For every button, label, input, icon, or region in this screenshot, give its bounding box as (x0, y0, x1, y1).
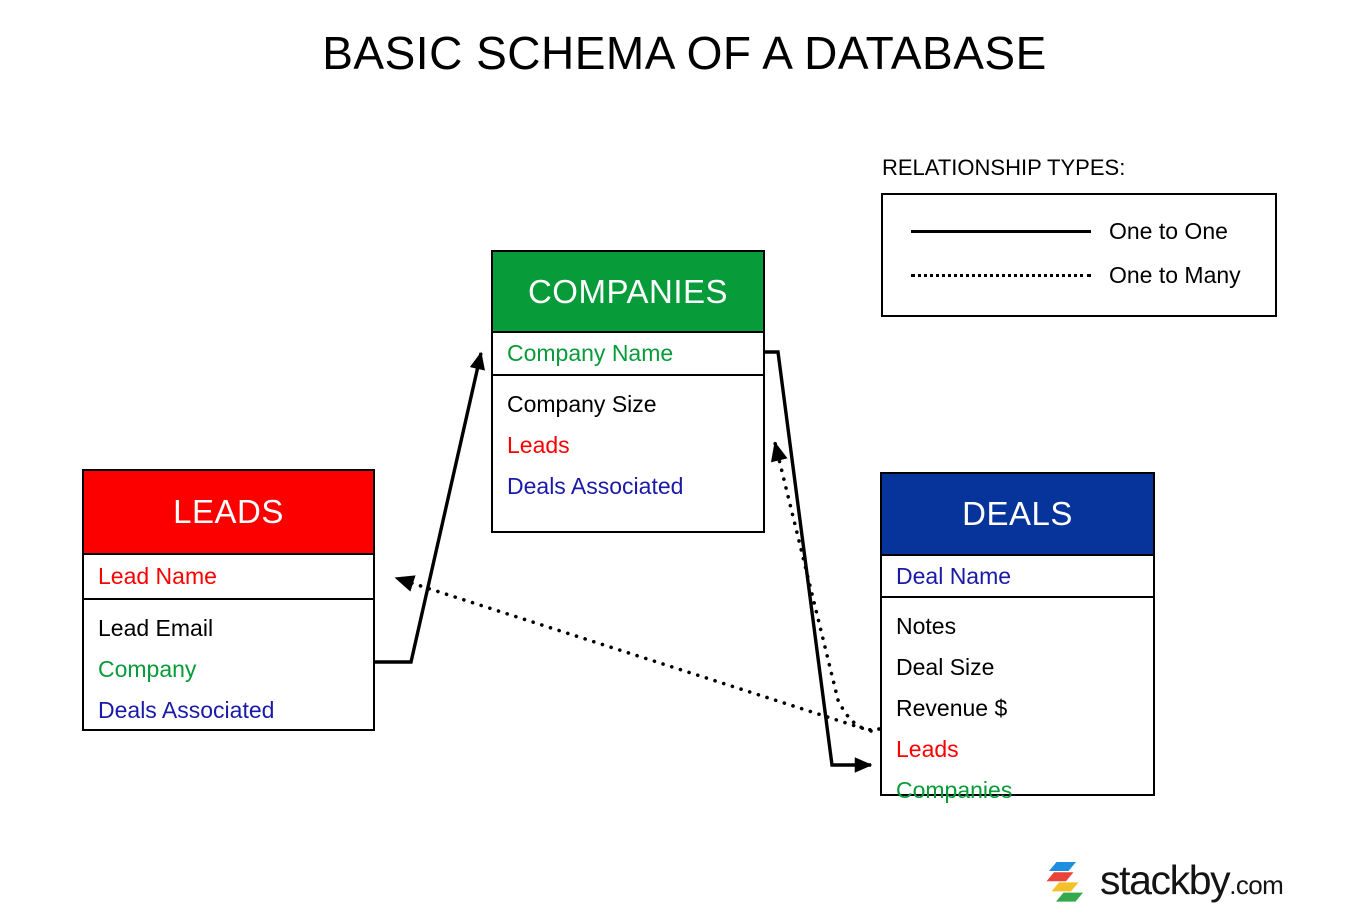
field-companies-deals[interactable]: Companies (896, 770, 1153, 811)
field-lead-name[interactable]: Lead Name (84, 553, 373, 600)
field-label-company-name: Company Name (507, 340, 674, 366)
entity-table-deals[interactable]: DEALS Deal Name Notes Deal Size Revenue … (880, 472, 1155, 803)
field-label-deal-size: Deal Size (896, 653, 995, 680)
entity-header-companies: COMPANIES (493, 252, 763, 331)
field-lead-email[interactable]: Lead Email (98, 608, 373, 649)
field-label-leads: Leads (507, 431, 570, 458)
field-label-deals-associated: Deals Associated (507, 472, 684, 499)
field-deal-name[interactable]: Deal Name (882, 554, 1153, 598)
entity-fields-deals: Notes Deal Size Revenue $ Leads Companie… (882, 598, 1153, 811)
field-label-companies: Companies (896, 776, 1013, 803)
field-label-notes: Notes (896, 613, 957, 639)
field-company[interactable]: Company (98, 649, 373, 690)
connector-deals-to-companies (770, 441, 881, 732)
field-notes[interactable]: Notes (896, 606, 1153, 647)
field-deals-associated-leads[interactable]: Deals Associated (98, 690, 373, 731)
connector-companies-to-deals (765, 350, 873, 773)
field-deals-associated-companies[interactable]: Deals Associated (507, 466, 763, 507)
entity-table-companies[interactable]: COMPANIES Company Name Company Size Lead… (491, 250, 765, 533)
field-deal-size[interactable]: Deal Size (896, 647, 1153, 688)
field-label-lead-name: Lead Name (98, 563, 217, 589)
connector-leads-to-companies (375, 351, 485, 664)
field-revenue[interactable]: Revenue $ (896, 688, 1153, 729)
entity-fields-companies: Company Size Leads Deals Associated (493, 376, 763, 507)
field-company-name[interactable]: Company Name (493, 331, 763, 376)
field-label-leads: Leads (896, 735, 959, 762)
field-company-size[interactable]: Company Size (507, 384, 763, 425)
entity-header-leads: LEADS (84, 471, 373, 553)
field-leads-deals[interactable]: Leads (896, 729, 1153, 770)
entity-header-deals: DEALS (882, 474, 1153, 554)
entity-fields-leads: Lead Email Company Deals Associated (84, 600, 373, 731)
field-label-company: Company (98, 655, 197, 682)
field-label-deals-associated: Deals Associated (98, 696, 275, 723)
entity-table-leads[interactable]: LEADS Lead Name Lead Email Company Deals… (82, 469, 375, 731)
field-leads-companies[interactable]: Leads (507, 425, 763, 466)
field-label-company-size: Company Size (507, 391, 657, 417)
field-label-lead-email: Lead Email (98, 615, 214, 641)
field-label-deal-name: Deal Name (896, 562, 1012, 589)
connector-deals-to-leads (394, 575, 873, 733)
field-label-revenue: Revenue $ (896, 694, 1008, 721)
